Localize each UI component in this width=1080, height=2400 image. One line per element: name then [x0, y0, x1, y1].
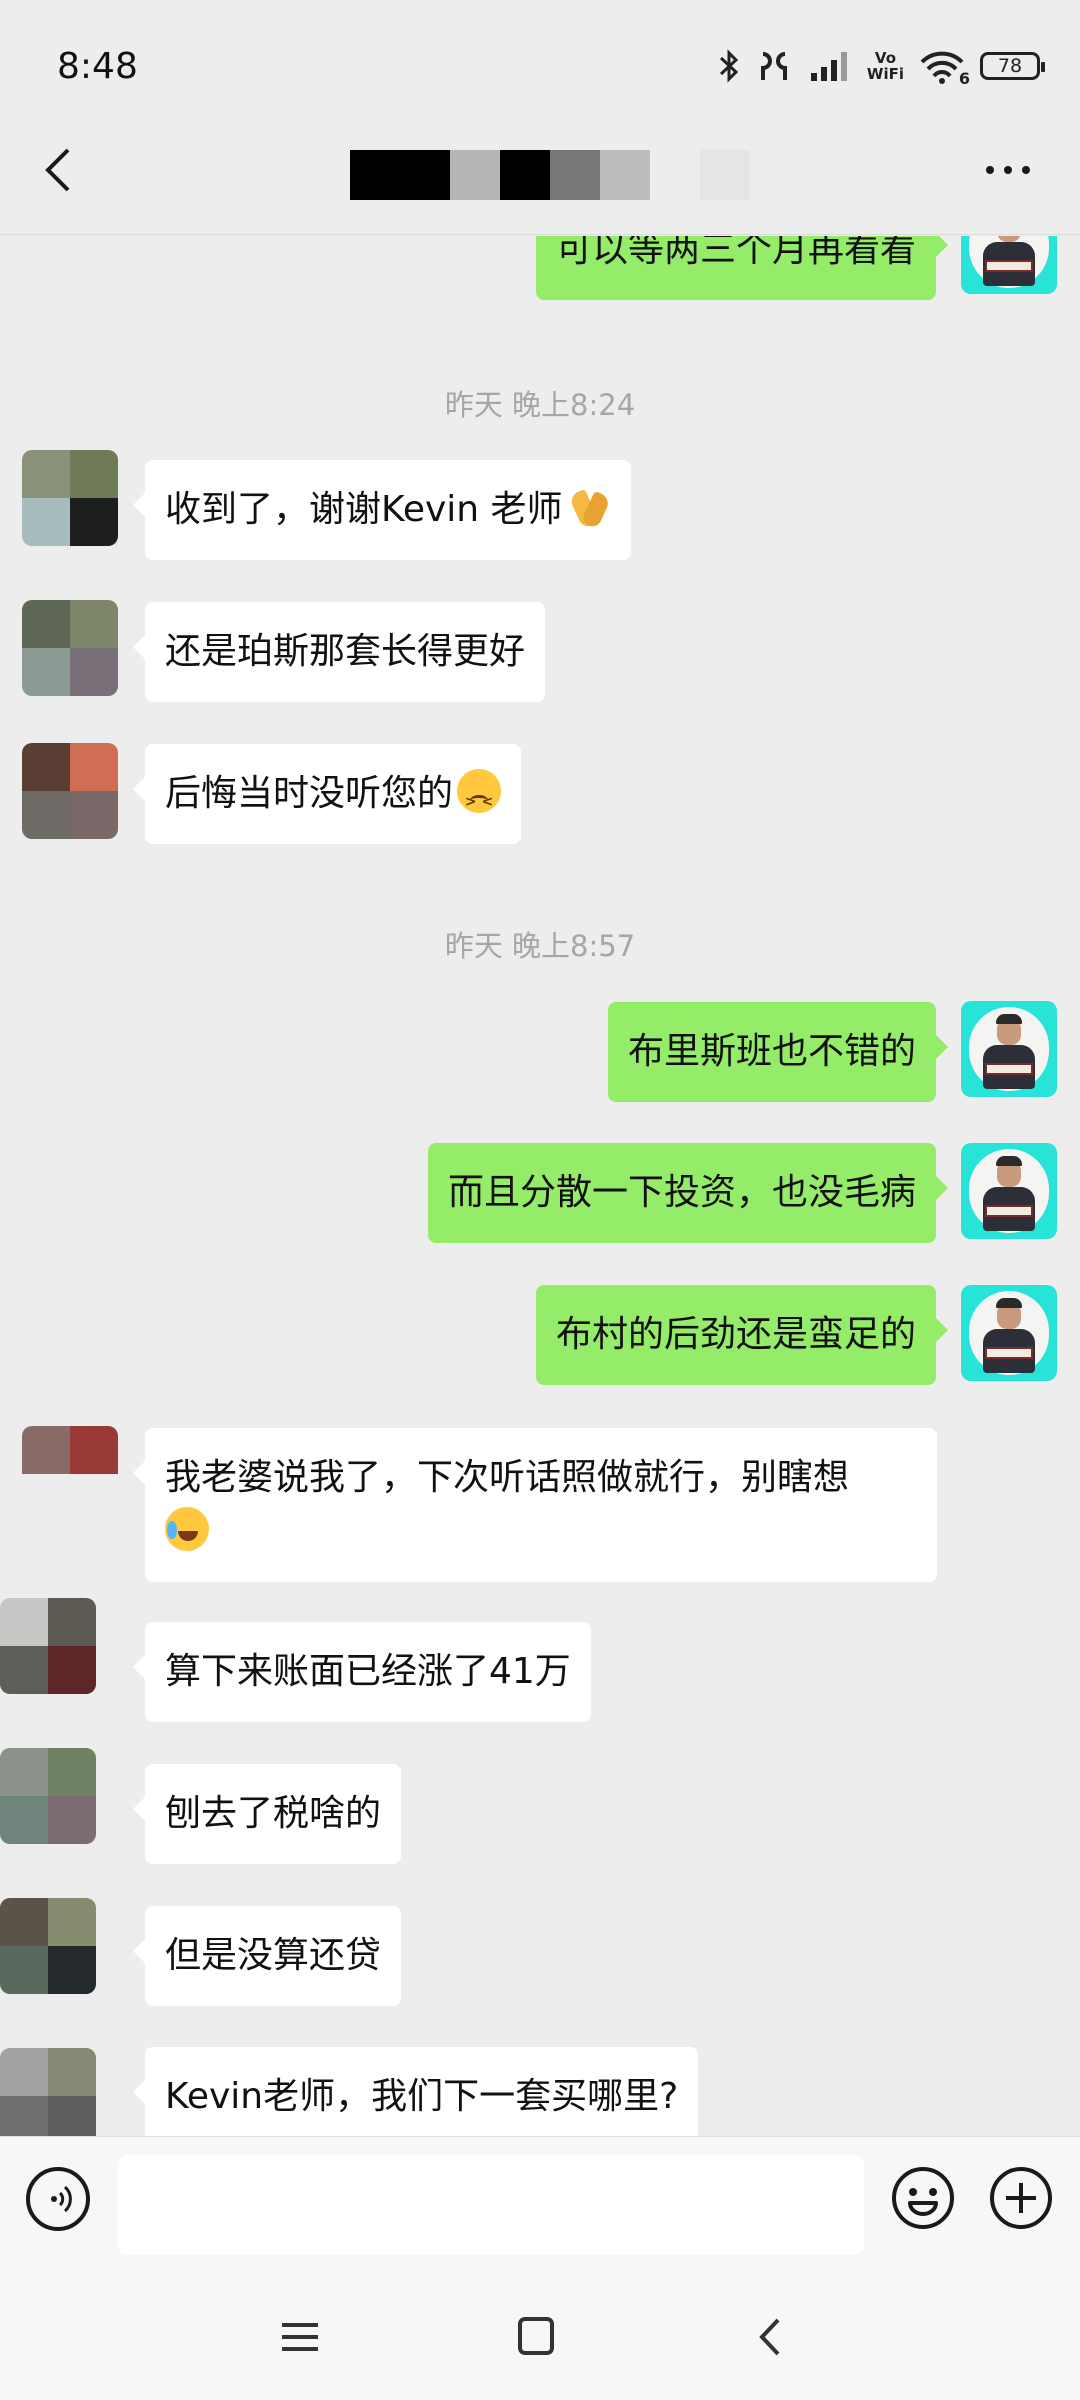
frown-emoji-icon [457, 769, 502, 829]
laugh-cry-emoji-icon [165, 1507, 209, 1551]
emoji-icon [892, 2167, 954, 2229]
my-avatar[interactable] [961, 1285, 1057, 1381]
battery-icon: 78 [980, 52, 1045, 80]
message-bubble-received[interactable]: 但是没算还贷 [132, 1906, 402, 2006]
nav-back-button[interactable] [742, 2312, 802, 2362]
message-input[interactable] [118, 2155, 864, 2255]
contact-avatar[interactable] [0, 1898, 96, 1994]
system-nav-bar [0, 2274, 1080, 2400]
contact-avatar[interactable] [0, 1748, 96, 1844]
my-avatar[interactable] [961, 1143, 1057, 1239]
vowifi-label-bottom: WiFi [866, 65, 904, 83]
message-bubble-sent[interactable]: 布村的后劲还是蛮足的 [535, 1285, 949, 1385]
back-arrow-icon [45, 148, 70, 192]
voice-icon [51, 2185, 72, 2213]
message-bubble-received[interactable]: 收到了，谢谢Kevin 老师 [133, 460, 631, 560]
message-bubble-received[interactable]: Kevin老师，我们下一套买哪里? [132, 2047, 699, 2136]
home-button[interactable] [506, 2312, 566, 2362]
back-icon [759, 2318, 780, 2356]
message-bubble-sent[interactable]: 而且分散一下投资，也没毛病 [427, 1143, 949, 1243]
pray-emoji-icon [567, 485, 611, 529]
wifi-icon: 6 [918, 48, 970, 88]
my-avatar[interactable] [961, 236, 1057, 294]
message-bubble-received[interactable]: 还是珀斯那套长得更好 [132, 602, 546, 702]
message-text: 后悔当时没听您的 [165, 773, 454, 814]
message-text: 收到了，谢谢Kevin 老师 [165, 489, 563, 530]
recent-apps-button[interactable] [270, 2312, 330, 2362]
status-icons: Vo WiFi 6 78 [717, 44, 1045, 88]
timestamp: 昨天 晚上8:24 [444, 388, 636, 422]
earbuds-icon [755, 48, 795, 84]
contact-avatar[interactable] [22, 450, 118, 546]
message-bubble-received[interactable]: 刨去了税啥的 [132, 1764, 402, 1864]
more-dots-icon [986, 166, 1030, 174]
contact-avatar[interactable] [22, 743, 118, 839]
timestamp: 昨天 晚上8:57 [444, 929, 636, 963]
more-options-button[interactable] [976, 145, 1040, 195]
status-bar: 8:48 Vo WiFi 6 78 [0, 0, 1080, 105]
emoji-button[interactable] [890, 2165, 956, 2231]
message-bubble-sent[interactable]: 布里斯班也不错的 [607, 1002, 949, 1102]
message-bubble-received[interactable]: 算下来账面已经涨了41万 [133, 1622, 591, 1722]
wifi-six-label: 6 [958, 69, 970, 88]
voice-button[interactable] [26, 2167, 90, 2231]
back-button[interactable] [30, 140, 90, 200]
contact-avatar[interactable] [0, 2048, 96, 2136]
plus-icon [990, 2167, 1052, 2229]
signal-icon [809, 49, 853, 83]
message-input-bar [0, 2136, 1080, 2274]
message-bubble-received[interactable]: 我老婆说我了，下次听话照做就行，别瞎想 [133, 1428, 937, 1582]
chat-messages[interactable]: 可以等两三个月再看看 昨天 晚上8:24 收到了，谢谢Kevin 老师 还是珀斯… [0, 236, 1080, 2136]
home-icon [518, 2317, 554, 2355]
status-time: 8:48 [57, 46, 138, 87]
bluetooth-icon [717, 48, 741, 84]
message-bubble-sent[interactable]: 可以等两三个月再看看 [535, 236, 949, 300]
contact-avatar[interactable] [22, 600, 118, 696]
more-functions-button[interactable] [988, 2165, 1054, 2231]
menu-icon [282, 2323, 318, 2351]
my-avatar[interactable] [961, 1001, 1057, 1097]
contact-avatar[interactable] [0, 1598, 96, 1694]
chat-title-bar [0, 105, 1080, 235]
vowifi-icon: Vo WiFi [867, 50, 904, 82]
message-text: 我老婆说我了，下次听话照做就行，别瞎想 [165, 1457, 850, 1498]
message-bubble-received[interactable]: 后悔当时没听您的 [132, 744, 522, 844]
contact-avatar[interactable] [22, 1426, 118, 1522]
chat-title-redacted [350, 150, 750, 200]
